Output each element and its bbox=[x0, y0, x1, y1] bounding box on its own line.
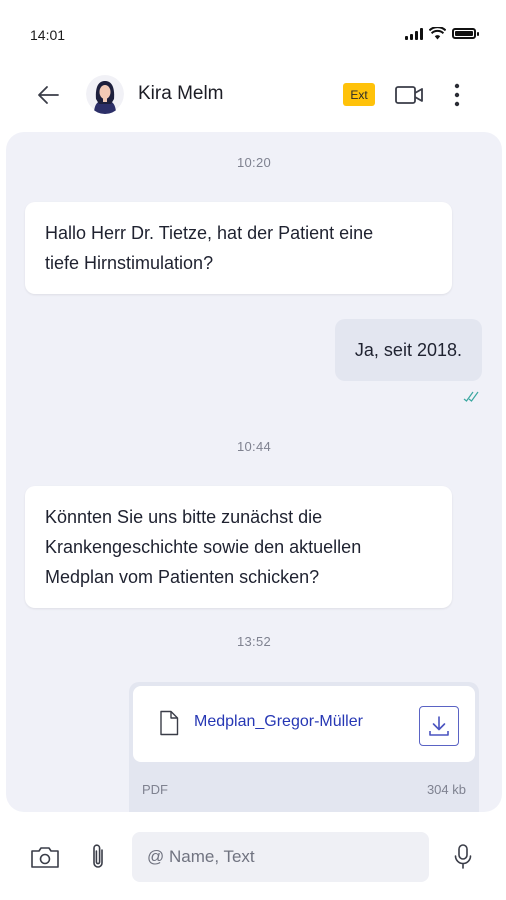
outgoing-message[interactable]: Ja, seit 2018. bbox=[334, 319, 482, 381]
download-button[interactable] bbox=[419, 706, 459, 746]
incoming-message[interactable]: Hallo Herr Dr. Tietze, hat der Patient e… bbox=[25, 202, 452, 294]
download-icon bbox=[429, 716, 449, 736]
file-attachment-message[interactable]: Medplan_Gregor-Müller PDF 304 kb bbox=[129, 682, 479, 812]
battery-icon bbox=[452, 28, 479, 39]
status-icons bbox=[405, 27, 479, 40]
document-icon bbox=[160, 710, 179, 736]
video-call-button[interactable] bbox=[393, 82, 425, 108]
paperclip-icon bbox=[93, 844, 103, 868]
time-separator: 13:52 bbox=[236, 634, 272, 649]
message-input[interactable] bbox=[132, 832, 429, 882]
incoming-message[interactable]: Könnten Sie uns bitte zunächst die Krank… bbox=[25, 486, 452, 608]
back-arrow-icon bbox=[38, 86, 59, 104]
avatar-illustration bbox=[86, 75, 124, 114]
file-type: PDF bbox=[142, 782, 168, 797]
message-line: tiefe Hirnstimulation? bbox=[45, 253, 214, 273]
message-line: Medplan vom Patienten schicken? bbox=[45, 567, 320, 587]
status-bar: 14:01 bbox=[0, 0, 506, 70]
time-separator: 10:20 bbox=[236, 155, 272, 170]
signal-icon bbox=[405, 27, 423, 40]
back-button[interactable] bbox=[34, 82, 64, 108]
microphone-icon bbox=[454, 844, 472, 869]
avatar[interactable] bbox=[86, 74, 124, 114]
file-size: 304 kb bbox=[426, 782, 466, 797]
camera-button[interactable] bbox=[30, 844, 60, 870]
chat-header: Kira Melm Ext bbox=[0, 70, 506, 120]
time-separator: 10:44 bbox=[236, 439, 272, 454]
file-name-link[interactable]: Medplan_Gregor-Müller bbox=[194, 713, 363, 731]
read-check-icon bbox=[463, 391, 479, 402]
message-line: Könnten Sie uns bitte zunächst die bbox=[45, 507, 323, 527]
status-time: 14:01 bbox=[30, 27, 66, 43]
contact-name[interactable]: Kira Melm bbox=[138, 83, 224, 105]
video-camera-icon bbox=[395, 86, 423, 104]
attach-button[interactable] bbox=[88, 842, 108, 872]
microphone-button[interactable] bbox=[452, 842, 474, 872]
external-badge: Ext bbox=[343, 83, 375, 106]
message-text: Ja, seit 2018. bbox=[354, 340, 462, 360]
camera-icon bbox=[31, 847, 59, 868]
message-line: Krankengeschichte sowie den aktuellen bbox=[45, 537, 362, 557]
message-line: Hallo Herr Dr. Tietze, hat der Patient e… bbox=[45, 223, 374, 243]
wifi-icon bbox=[429, 27, 446, 40]
more-vertical-icon bbox=[454, 83, 460, 107]
chat-messages[interactable]: 10:20 Hallo Herr Dr. Tietze, hat der Pat… bbox=[6, 132, 502, 812]
message-composer bbox=[0, 822, 506, 892]
file-attachment[interactable]: Medplan_Gregor-Müller bbox=[133, 686, 475, 762]
more-options-button[interactable] bbox=[446, 81, 468, 109]
